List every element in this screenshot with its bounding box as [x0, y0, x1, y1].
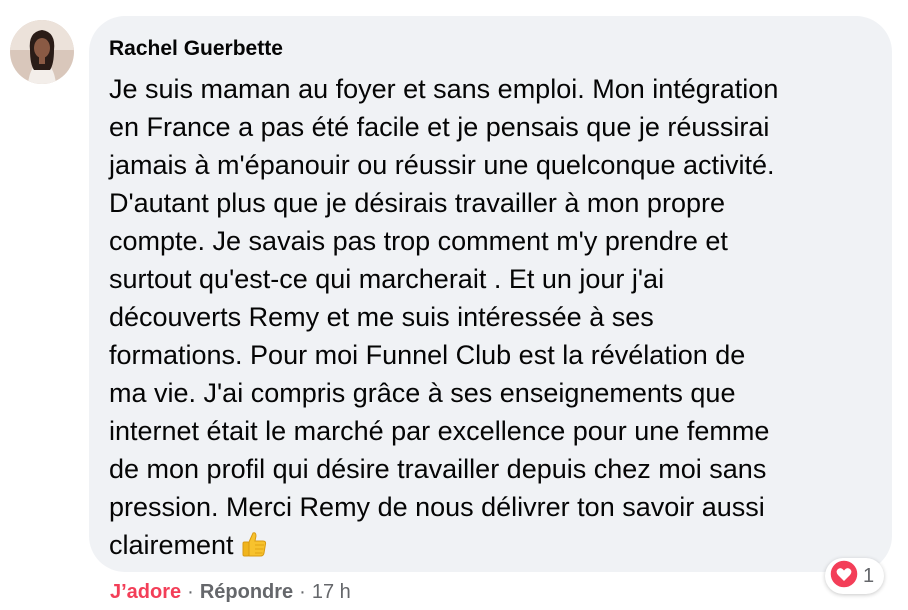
comment: Rachel Guerbette Je suis maman au foyer … — [0, 0, 908, 610]
separator: · — [299, 581, 306, 603]
comment-text: Je suis maman au foyer et sans emploi. M… — [109, 74, 779, 560]
reply-button[interactable]: Répondre — [200, 581, 293, 603]
avatar-image — [10, 20, 74, 84]
comment-bubble: Rachel Guerbette Je suis maman au foyer … — [89, 16, 892, 572]
comment-actions: J’adore · Répondre · 17 h — [110, 578, 351, 606]
reaction-count: 1 — [863, 564, 875, 587]
reaction-summary[interactable]: 1 — [825, 558, 885, 594]
comment-body: Je suis maman au foyer et sans emploi. M… — [109, 70, 870, 568]
thumbs-up-icon — [240, 530, 268, 568]
avatar[interactable] — [10, 20, 74, 84]
separator: · — [187, 581, 194, 603]
heart-icon — [829, 558, 859, 594]
author-name[interactable]: Rachel Guerbette — [109, 34, 870, 64]
love-reaction-button[interactable]: J’adore — [110, 581, 181, 603]
timestamp[interactable]: 17 h — [312, 581, 351, 603]
